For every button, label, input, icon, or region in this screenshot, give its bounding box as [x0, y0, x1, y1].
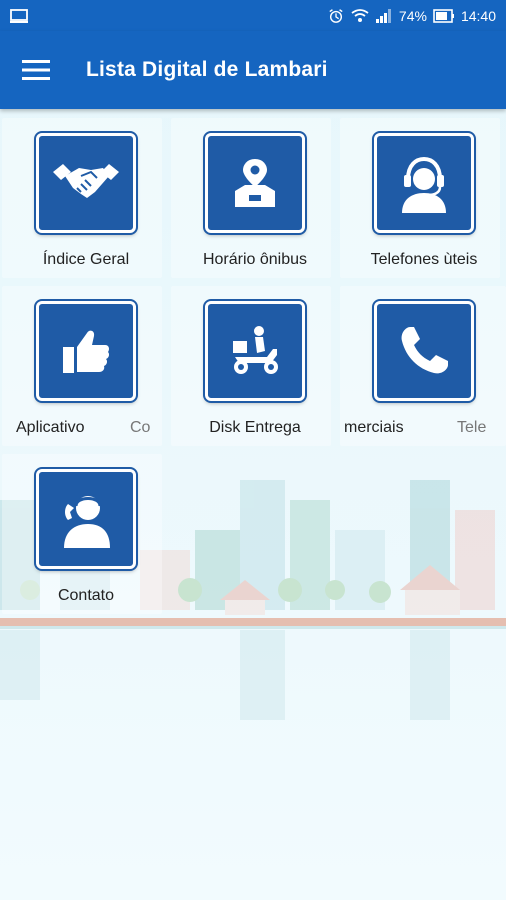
tile-icon-box — [205, 133, 305, 233]
marquee-fragment: merciais — [344, 419, 404, 436]
app-bar: Lista Digital de Lambari — [0, 31, 506, 109]
tile-icon-box — [36, 301, 136, 401]
handshake-icon — [53, 164, 119, 198]
tile-horario-onibus[interactable]: Horário ônibus — [171, 118, 331, 278]
status-time: 14:40 — [460, 7, 496, 24]
tile-label: Índice Geral — [42, 251, 130, 268]
status-bar: 74% 14:40 — [0, 0, 506, 31]
tile-label: Telefones ùteis — [370, 251, 478, 268]
headset-agent-icon — [402, 156, 446, 213]
tile-icon-box — [36, 469, 136, 569]
monitor-icon — [10, 8, 28, 23]
tile-label: Aplicativo — [16, 419, 85, 436]
menu-button[interactable] — [6, 40, 66, 100]
tile-label: Contato — [57, 587, 115, 604]
tile-aplicativo[interactable]: Aplicativo Co — [2, 286, 162, 446]
tile-label: Horário ônibus — [202, 251, 308, 268]
tile-label: Disk Entrega — [209, 419, 301, 436]
tile-telefones-uteis[interactable]: Telefones ùteis — [340, 118, 500, 278]
wifi-icon — [351, 8, 369, 22]
thumbs-up-icon — [63, 330, 110, 373]
delivery-scooter-icon — [233, 326, 278, 374]
tile-icon-box — [374, 133, 474, 233]
contact-person-icon — [64, 496, 110, 548]
tile-icon-box — [374, 301, 474, 401]
app-title: Lista Digital de Lambari — [86, 58, 328, 81]
hamburger-menu-icon — [22, 60, 50, 80]
tile-indice-geral[interactable]: Índice Geral — [2, 118, 162, 278]
signal-icon — [375, 8, 391, 23]
battery-icon — [433, 8, 454, 23]
battery-percent: 74% — [398, 7, 427, 24]
marquee-fragment: Tele — [457, 419, 487, 436]
alarm-icon — [329, 8, 343, 23]
tile-disk-entrega[interactable]: Disk Entrega — [171, 286, 331, 446]
tile-contato[interactable]: Contato — [2, 454, 162, 614]
tile-icon-box — [205, 301, 305, 401]
phone-handset-icon — [401, 327, 448, 374]
marquee-fragment: Co — [130, 419, 151, 436]
tile-icon-box — [36, 133, 136, 233]
map-pin-box-icon — [235, 159, 275, 207]
tile-telefones-comerciais[interactable]: merciais Tele — [340, 286, 506, 446]
